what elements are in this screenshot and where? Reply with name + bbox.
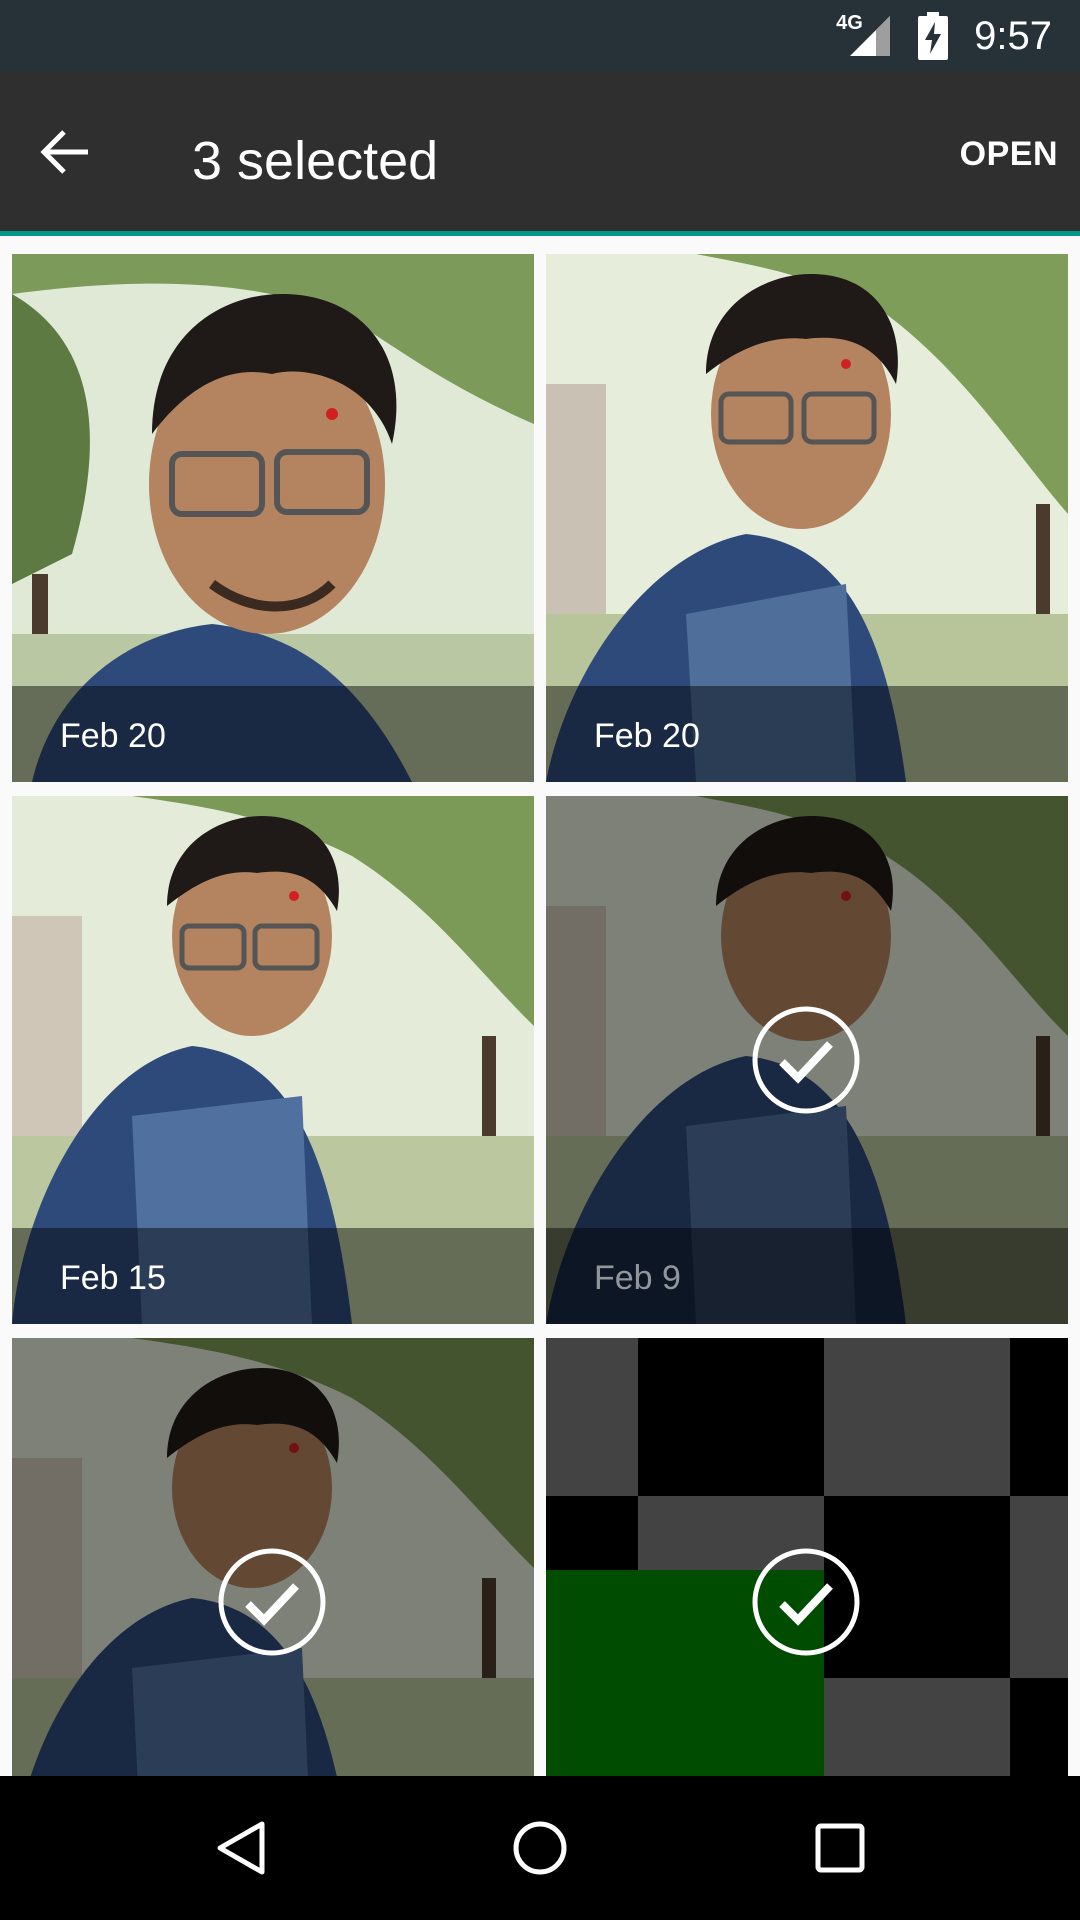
check-circle-icon (752, 1006, 860, 1114)
photo-tile[interactable]: Feb 20 (12, 254, 534, 782)
photo-tile[interactable]: Feb 15 (12, 796, 534, 1324)
nav-back-button[interactable] (180, 1804, 300, 1892)
photo-date-label: Feb 20 (594, 717, 700, 755)
nav-home-button[interactable] (480, 1804, 600, 1892)
photo-date-label: Feb 20 (60, 717, 166, 755)
check-circle-icon (218, 1548, 326, 1656)
back-button[interactable] (22, 112, 110, 192)
open-button[interactable]: OPEN (960, 128, 1058, 180)
battery-charging-icon (918, 12, 949, 60)
clock: 9:57 (974, 13, 1052, 58)
home-circle-icon (513, 1821, 567, 1875)
action-bar: 3 selected OPEN (0, 72, 1080, 236)
photo-tile-selected[interactable] (546, 1338, 1068, 1776)
navigation-bar (0, 1776, 1080, 1920)
network-type-label: 4G (836, 12, 863, 34)
recents-square-icon (815, 1823, 865, 1873)
check-circle-icon (752, 1548, 860, 1656)
photo-tile-selected[interactable]: Feb 9 (546, 796, 1068, 1324)
signal-icon: 4G (836, 12, 892, 60)
selection-count-title: 3 selected (192, 131, 439, 191)
photo-tile-selected[interactable] (12, 1338, 534, 1776)
nav-recents-button[interactable] (780, 1804, 900, 1892)
arrow-back-icon (40, 130, 88, 174)
photo-date-label: Feb 15 (60, 1259, 166, 1297)
back-triangle-icon (217, 1821, 265, 1875)
photo-date-label: Feb 9 (594, 1259, 681, 1297)
photo-tile[interactable]: Feb 20 (546, 254, 1068, 782)
photo-grid: Feb 20 Feb 20 Feb 15 Feb 9 (0, 236, 1080, 1776)
status-bar: 4G 9:57 (0, 0, 1080, 72)
